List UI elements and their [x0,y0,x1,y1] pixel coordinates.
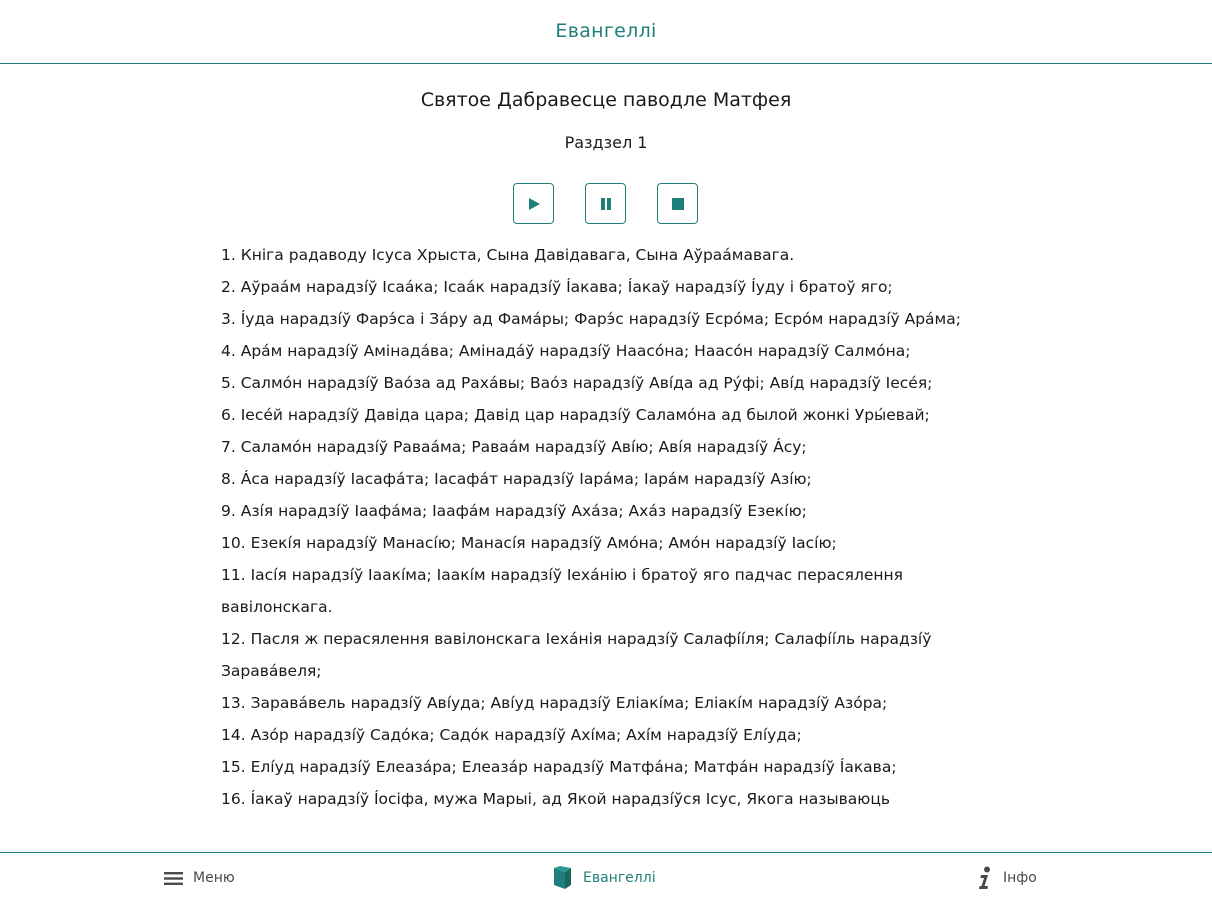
verse: 15. Елíуд нарадзíў Елеазáра; Елеазáр нар… [221,758,897,776]
app-header: Евангеллі [0,0,1212,64]
book-title: Святое Дабравесце паводле Матфея [420,89,792,111]
nav-gospel-button[interactable]: Евангеллі [553,853,656,903]
nav-menu-label: Меню [193,870,235,886]
verse: 3. Íуда нарадзíў Фарэ́са і Зáру ад Фамáр… [221,310,961,328]
verse: 14. Азóр нарадзíў Садóка; Садóк нарадзíў… [221,726,802,744]
verse: 9. Азíя нарадзíў Іаафáма; Іаафáм нарадзí… [221,502,807,520]
verse: 10. Езекíя нарадзíў Манасíю; Манасíя нар… [221,534,837,552]
verse: 1. Кніга радаводу Ісуса Хрыста, Сына Дав… [221,246,795,264]
chapter-title: Раздзел 1 [564,133,648,152]
verse: 4. Арáм нарадзíў Амінадáва; Амінадáў нар… [221,342,911,360]
stop-button[interactable] [657,183,698,224]
verse: 8. Áса нарадзíў Іасафáта; Іасафáт нарадз… [221,470,812,488]
nav-info-button[interactable]: Інфо [977,853,1037,903]
info-icon [979,866,990,889]
content-area[interactable]: Святое Дабравесце паводле Матфея Раздзел… [0,65,1212,852]
verse: 13. Заравáвель нарадзíў Авíуда; Авíуд на… [221,694,888,712]
pause-button[interactable] [585,183,626,224]
hamburger-menu-icon [164,871,183,885]
nav-menu-button[interactable]: Меню [164,853,235,903]
verse: 2. Аўраáм нарадзíў Ісаáка; Ісаáк нарадзí… [221,278,893,296]
book-icon [554,866,571,889]
stop-icon [671,197,684,210]
verse: 12. Пасля ж перасялення вавілонскага Іех… [221,630,932,680]
verse: 11. Іасíя нарадзíў Іаакíма; Іаакíм нарад… [221,566,903,616]
pause-icon [600,197,611,210]
page-title: Евангеллі [555,19,657,42]
audio-controls [513,183,698,224]
play-icon [528,197,540,210]
verses-list: 1. Кніга радаводу Ісуса Хрыста, Сына Дав… [221,239,1001,815]
nav-info-label: Інфо [1003,870,1037,886]
verse: 7. Саламóн нарадзíў Раваáма; Раваáм нара… [221,438,807,456]
verse: 6. Іесéй нарадзíў Давіда цара; Давід цар… [221,406,930,424]
verse: 5. Салмóн нарадзíў Ваóза ад Рахáвы; Ваóз… [221,374,933,392]
verse: 16. Íакаў нарадзíў Íосіфа, мужа Марыі, а… [221,790,891,808]
play-button[interactable] [513,183,554,224]
nav-gospel-label: Евангеллі [583,870,656,886]
bottom-navigation: Меню Евангеллі Інфо [0,852,1212,903]
